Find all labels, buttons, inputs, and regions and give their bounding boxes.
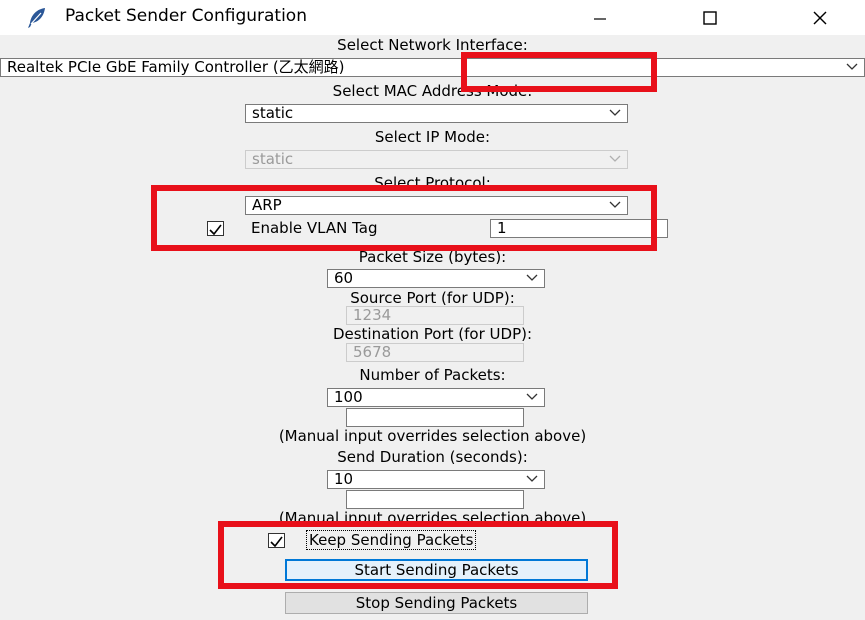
duration-select[interactable]: 10 xyxy=(327,470,545,489)
maximize-button[interactable] xyxy=(685,0,735,35)
start-sending-button[interactable]: Start Sending Packets xyxy=(285,559,588,581)
source-port-label: Source Port (for UDP): xyxy=(350,289,515,307)
chevron-down-icon xyxy=(609,109,621,116)
protocol-select[interactable]: ARP xyxy=(245,196,628,215)
feather-icon xyxy=(28,8,45,28)
packet-size-value: 60 xyxy=(334,269,354,287)
duration-manual-input[interactable] xyxy=(346,490,524,509)
num-packets-select[interactable]: 100 xyxy=(327,388,545,407)
chevron-down-icon xyxy=(526,393,538,400)
chevron-down-icon xyxy=(609,155,621,162)
packet-size-select[interactable]: 60 xyxy=(327,269,545,288)
network-interface-value: Realtek PCIe GbE Family Controller (乙太網路… xyxy=(7,58,345,76)
protocol-label: Select Protocol: xyxy=(374,174,491,192)
num-packets-value: 100 xyxy=(334,388,363,406)
stop-sending-button[interactable]: Stop Sending Packets xyxy=(285,592,588,614)
ip-mode-select: static xyxy=(245,150,628,169)
chevron-down-icon xyxy=(526,274,538,281)
packet-size-label: Packet Size (bytes): xyxy=(358,248,507,266)
ip-mode-value: static xyxy=(252,150,294,168)
maximize-icon xyxy=(703,10,717,25)
num-packets-manual-input[interactable] xyxy=(346,408,524,427)
chevron-down-icon xyxy=(609,201,621,208)
checkmark-icon xyxy=(209,224,222,236)
source-port-input: 1234 xyxy=(346,306,524,325)
num-packets-note: (Manual input overrides selection above) xyxy=(278,427,587,445)
close-button[interactable] xyxy=(795,0,845,35)
mac-mode-label: Select MAC Address Mode: xyxy=(332,82,533,100)
ip-mode-label: Select IP Mode: xyxy=(374,128,491,146)
num-packets-label: Number of Packets: xyxy=(359,366,506,384)
close-icon xyxy=(813,11,827,24)
destination-port-input: 5678 xyxy=(346,343,524,362)
destination-port-label: Destination Port (for UDP): xyxy=(332,325,533,343)
duration-note: (Manual input overrides selection above) xyxy=(278,509,587,527)
minimize-icon xyxy=(594,17,606,20)
vlan-label: Enable VLAN Tag xyxy=(251,219,378,237)
highlight-box-protocol-vlan xyxy=(151,185,657,251)
duration-label: Send Duration (seconds): xyxy=(337,448,528,466)
duration-value: 10 xyxy=(334,470,354,488)
protocol-value: ARP xyxy=(252,196,282,214)
keep-sending-checkbox[interactable] xyxy=(268,533,285,548)
vlan-tag-input[interactable]: 1 xyxy=(490,219,668,238)
network-interface-label: Select Network Interface: xyxy=(337,36,528,54)
chevron-down-icon xyxy=(526,475,538,482)
checkmark-icon xyxy=(270,536,283,548)
vlan-checkbox[interactable] xyxy=(207,221,224,236)
chevron-down-icon xyxy=(846,63,858,70)
window-title: Packet Sender Configuration xyxy=(65,6,307,26)
title-bar: Packet Sender Configuration xyxy=(0,0,865,35)
minimize-button[interactable] xyxy=(575,0,625,35)
mac-mode-value: static xyxy=(252,104,294,122)
keep-sending-label: Keep Sending Packets xyxy=(306,530,477,550)
mac-mode-select[interactable]: static xyxy=(245,104,628,123)
network-interface-select[interactable]: Realtek PCIe GbE Family Controller (乙太網路… xyxy=(0,58,865,77)
